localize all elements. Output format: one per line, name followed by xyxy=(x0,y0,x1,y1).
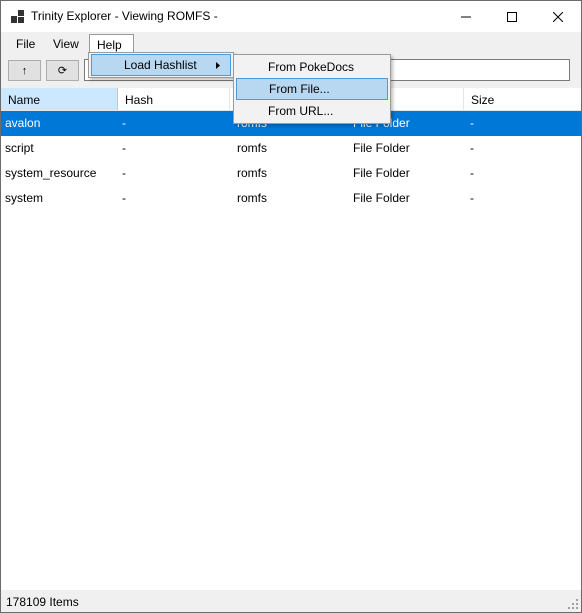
cell-size: - xyxy=(470,116,474,130)
close-button[interactable] xyxy=(535,1,581,32)
table-row[interactable]: system_resource - romfs File Folder - xyxy=(1,161,581,186)
column-header-size[interactable]: Size xyxy=(464,88,581,110)
menu-item-load-hashlist[interactable]: Load Hashlist xyxy=(91,54,231,76)
minimize-button[interactable] xyxy=(443,1,489,32)
minimize-icon xyxy=(461,16,471,17)
title-bar[interactable]: Trinity Explorer - Viewing ROMFS - xyxy=(1,1,581,32)
maximize-icon xyxy=(507,11,517,22)
up-button[interactable]: ↑ xyxy=(8,60,41,81)
submenu-arrow-icon xyxy=(216,62,220,69)
cell-name: script xyxy=(5,141,34,155)
refresh-button[interactable]: ⟳ xyxy=(46,60,79,81)
from-pokedocs-label: From PokeDocs xyxy=(268,60,355,74)
load-hashlist-label: Load Hashlist xyxy=(124,58,197,72)
resize-grip-icon[interactable] xyxy=(567,598,579,610)
help-menu-dropdown: Load Hashlist xyxy=(88,52,234,78)
column-header-hash[interactable]: Hash xyxy=(118,88,230,110)
hashlist-submenu: From PokeDocs From File... From URL... xyxy=(233,54,391,124)
cell-name: system_resource xyxy=(5,166,97,180)
table-row[interactable]: system - romfs File Folder - xyxy=(1,186,581,211)
cell-size: - xyxy=(470,191,474,205)
cell-source: romfs xyxy=(237,166,267,180)
cell-size: - xyxy=(470,166,474,180)
arrow-up-icon: ↑ xyxy=(21,64,28,77)
cell-type: File Folder xyxy=(353,141,410,155)
window-title: Trinity Explorer - Viewing ROMFS - xyxy=(31,9,218,23)
menu-item-from-url[interactable]: From URL... xyxy=(236,100,388,122)
menu-item-from-file[interactable]: From File... xyxy=(236,78,388,100)
app-icon xyxy=(11,10,24,23)
from-file-label: From File... xyxy=(269,82,330,96)
cell-source: romfs xyxy=(237,191,267,205)
cell-source: romfs xyxy=(237,141,267,155)
cell-hash: - xyxy=(122,166,126,180)
menu-item-from-pokedocs[interactable]: From PokeDocs xyxy=(236,56,388,78)
status-bar: 178109 Items xyxy=(1,590,581,612)
from-url-label: From URL... xyxy=(268,104,334,118)
cell-size: - xyxy=(470,141,474,155)
menu-file[interactable]: File xyxy=(9,34,42,55)
file-list[interactable]: Name Hash Size avalon - romfs File Folde… xyxy=(1,88,581,585)
cell-name: system xyxy=(5,191,44,205)
cell-name: avalon xyxy=(5,116,41,130)
cell-type: File Folder xyxy=(353,166,410,180)
cell-type: File Folder xyxy=(353,191,410,205)
table-row[interactable]: script - romfs File Folder - xyxy=(1,136,581,161)
cell-hash: - xyxy=(122,116,126,130)
column-header-name[interactable]: Name xyxy=(1,88,118,110)
close-icon xyxy=(553,11,563,22)
item-count: 178109 Items xyxy=(6,595,79,609)
cell-hash: - xyxy=(122,141,126,155)
refresh-icon: ⟳ xyxy=(57,65,68,77)
menu-view[interactable]: View xyxy=(46,34,86,55)
cell-hash: - xyxy=(122,191,126,205)
maximize-button[interactable] xyxy=(489,1,535,32)
